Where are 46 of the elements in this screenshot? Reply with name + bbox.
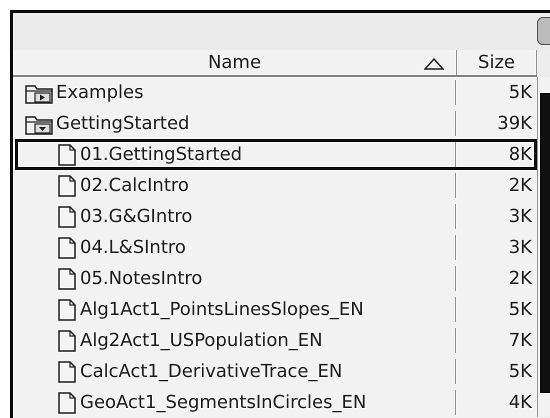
file-size: 5K xyxy=(508,81,534,105)
file-name: Alg1Act1_PointsLinesSlopes_EN xyxy=(80,299,364,320)
size-column-header[interactable]: Size xyxy=(457,50,537,75)
scroll-thumb[interactable] xyxy=(540,93,550,393)
file-name: 02.CalcIntro xyxy=(80,175,189,196)
file-row[interactable]: Examples 5K xyxy=(15,77,537,108)
file-name: GettingStarted xyxy=(56,113,190,134)
file-row[interactable]: Alg2Act1_USPopulation_EN 7K xyxy=(15,325,537,356)
file-size: 2K xyxy=(508,174,534,198)
file-size: 7K xyxy=(508,329,534,353)
file-row[interactable]: 03.G&GIntro 3K xyxy=(15,201,537,232)
file-size: 39K xyxy=(496,112,534,136)
file-size: 2K xyxy=(508,267,534,291)
file-size: 5K xyxy=(508,298,534,322)
scrollbar[interactable] xyxy=(537,77,550,417)
file-name: GeoAct1_SegmentsInCircles_EN xyxy=(80,392,366,413)
document-icon xyxy=(56,236,78,260)
file-size: 5K xyxy=(508,360,534,384)
file-size: 3K xyxy=(508,205,534,229)
file-size: 4K xyxy=(508,391,534,415)
document-icon xyxy=(56,298,78,322)
file-row[interactable]: Alg1Act1_PointsLinesSlopes_EN 5K xyxy=(15,294,537,325)
document-icon xyxy=(56,328,78,352)
file-row[interactable]: 04.L&SIntro 3K xyxy=(15,232,537,263)
file-row[interactable]: 02.CalcIntro 2K xyxy=(15,170,537,201)
file-name: 01.GettingStarted xyxy=(80,144,242,165)
file-size: 8K xyxy=(508,143,534,167)
file-row[interactable]: GettingStarted 39K xyxy=(15,108,537,139)
document-icon xyxy=(56,142,78,166)
file-name: 05.NotesIntro xyxy=(80,268,202,289)
document-icon xyxy=(56,204,78,228)
name-column-header[interactable]: Name xyxy=(13,50,457,75)
document-icon xyxy=(56,390,78,414)
file-size: 3K xyxy=(508,236,534,260)
file-row[interactable]: 05.NotesIntro 2K xyxy=(15,263,537,294)
file-row[interactable]: CalcAct1_DerivativeTrace_EN 5K xyxy=(15,356,537,387)
file-row[interactable]: 01.GettingStarted 8K xyxy=(15,139,537,170)
file-row[interactable]: GeoAct1_SegmentsInCircles_EN 4K xyxy=(15,387,537,418)
file-name: Alg2Act1_USPopulation_EN xyxy=(80,330,323,351)
document-icon xyxy=(56,266,78,290)
file-name: 03.G&GIntro xyxy=(80,206,192,227)
file-name: CalcAct1_DerivativeTrace_EN xyxy=(80,361,342,382)
document-icon xyxy=(56,360,78,384)
file-name: 04.L&SIntro xyxy=(80,237,186,258)
file-name: Examples xyxy=(56,82,144,103)
document-icon xyxy=(56,174,78,198)
